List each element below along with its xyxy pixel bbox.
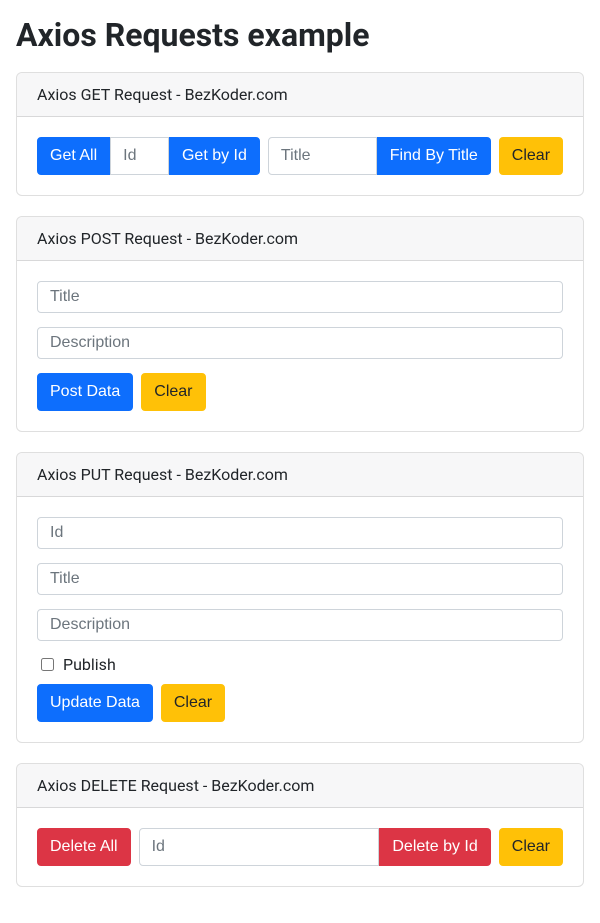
delete-clear-button[interactable]: Clear <box>499 828 563 866</box>
delete-by-id-button[interactable]: Delete by Id <box>379 828 490 866</box>
get-all-button[interactable]: Get All <box>37 137 110 175</box>
publish-label: Publish <box>63 655 116 674</box>
post-clear-button[interactable]: Clear <box>141 373 205 411</box>
post-description-input[interactable] <box>37 327 563 359</box>
put-id-input[interactable] <box>37 517 563 549</box>
put-clear-button[interactable]: Clear <box>161 684 225 722</box>
get-id-input[interactable] <box>110 137 169 175</box>
get-by-id-button[interactable]: Get by Id <box>169 137 260 175</box>
get-card: Axios GET Request - BezKoder.com Get All… <box>16 72 584 196</box>
delete-card: Axios DELETE Request - BezKoder.com Dele… <box>16 763 584 887</box>
post-card: Axios POST Request - BezKoder.com Post D… <box>16 216 584 432</box>
get-clear-button[interactable]: Clear <box>499 137 563 175</box>
put-card: Axios PUT Request - BezKoder.com Publish… <box>16 452 584 743</box>
delete-card-header: Axios DELETE Request - BezKoder.com <box>17 764 583 808</box>
post-data-button[interactable]: Post Data <box>37 373 133 411</box>
get-title-input[interactable] <box>268 137 377 175</box>
put-description-input[interactable] <box>37 609 563 641</box>
put-card-header: Axios PUT Request - BezKoder.com <box>17 453 583 497</box>
publish-checkbox[interactable] <box>41 658 54 671</box>
page-title: Axios Requests example <box>16 16 584 54</box>
post-card-header: Axios POST Request - BezKoder.com <box>17 217 583 261</box>
update-data-button[interactable]: Update Data <box>37 684 153 722</box>
post-title-input[interactable] <box>37 281 563 313</box>
get-card-header: Axios GET Request - BezKoder.com <box>17 73 583 117</box>
put-title-input[interactable] <box>37 563 563 595</box>
delete-id-input[interactable] <box>139 828 380 866</box>
find-by-title-button[interactable]: Find By Title <box>377 137 491 175</box>
delete-all-button[interactable]: Delete All <box>37 828 131 866</box>
